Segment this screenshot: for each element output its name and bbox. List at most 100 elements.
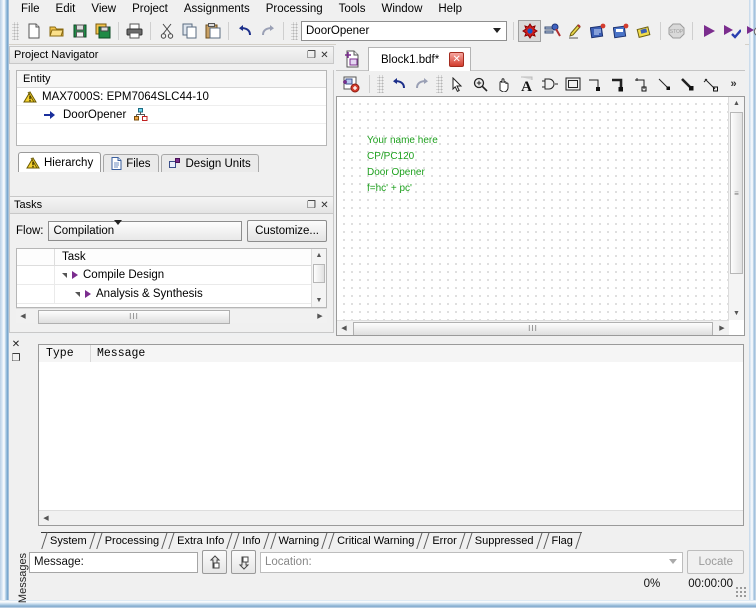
- save-all-icon[interactable]: [91, 20, 114, 42]
- message-tab-system[interactable]: System: [41, 532, 96, 548]
- tab-design-units[interactable]: Design Units: [160, 154, 259, 172]
- message-field[interactable]: Message:: [29, 551, 198, 573]
- insert-symbol-icon[interactable]: [336, 75, 365, 93]
- location-field[interactable]: Location:: [260, 551, 684, 573]
- orthogonal-conduit-tool-icon[interactable]: [630, 73, 653, 95]
- scroll-right-arrow-icon[interactable]: ▶: [313, 312, 327, 320]
- timing-icon[interactable]: [743, 20, 756, 42]
- start-compilation-icon[interactable]: [697, 20, 720, 42]
- messages-grid[interactable]: Type Message ◀: [38, 344, 744, 526]
- print-icon[interactable]: [123, 20, 146, 42]
- canvas-text-line[interactable]: f=hc' + pc': [367, 183, 412, 194]
- resize-grip-icon[interactable]: [735, 586, 747, 598]
- canvas-grid[interactable]: Your name here CP/PC120 Door Opener f=hc…: [337, 97, 729, 320]
- toolbar-grip-2[interactable]: [291, 22, 298, 40]
- scroll-down-arrow-icon[interactable]: ▼: [729, 307, 744, 320]
- hscroll-track[interactable]: III: [30, 309, 313, 324]
- hscroll-track[interactable]: [53, 512, 743, 525]
- close-icon[interactable]: ✕: [12, 339, 20, 350]
- start-analysis-icon[interactable]: [720, 20, 743, 42]
- find-next-icon[interactable]: [231, 550, 256, 574]
- messages-horizontal-scrollbar[interactable]: ◀: [39, 510, 743, 525]
- canvas-text-line[interactable]: Door Opener: [367, 167, 425, 178]
- chevron-down-icon[interactable]: [114, 220, 123, 237]
- orthogonal-bus-tool-icon[interactable]: [607, 73, 630, 95]
- diagonal-node-tool-icon[interactable]: [653, 73, 676, 95]
- redo-icon[interactable]: [256, 20, 279, 42]
- canvas-vertical-scrollbar[interactable]: ▲ ≡ ▼: [728, 97, 744, 320]
- canvas-text-line[interactable]: CP/PC120: [367, 151, 414, 162]
- programmer-icon[interactable]: [633, 20, 656, 42]
- block-tool-icon[interactable]: [561, 73, 584, 95]
- document-tab-block1[interactable]: Block1.bdf* ✕: [368, 47, 472, 71]
- hand-tool-icon[interactable]: [492, 73, 515, 95]
- menu-help[interactable]: Help: [430, 0, 470, 18]
- find-previous-icon[interactable]: [202, 550, 227, 574]
- message-tab-processing[interactable]: Processing: [95, 532, 169, 548]
- redo-icon[interactable]: [410, 73, 433, 95]
- editor-toolbar-grip[interactable]: [377, 75, 384, 93]
- diagonal-bus-tool-icon[interactable]: [676, 73, 699, 95]
- scrollbar-thumb[interactable]: ≡: [730, 112, 743, 274]
- entity-row-device[interactable]: MAX7000S: EPM7064SLC44-10: [17, 88, 326, 106]
- chevron-down-icon[interactable]: [489, 22, 505, 38]
- open-icon[interactable]: [45, 20, 68, 42]
- menu-window[interactable]: Window: [373, 0, 430, 18]
- entity-row-dooropener[interactable]: DoorOpener: [17, 106, 326, 124]
- canvas-text-line[interactable]: Your name here: [367, 135, 438, 146]
- messages-rows[interactable]: [39, 362, 743, 510]
- close-icon[interactable]: ✕: [449, 52, 465, 67]
- restore-icon[interactable]: ❐: [305, 49, 318, 62]
- tab-files[interactable]: Files: [103, 154, 159, 172]
- new-block-diagram-icon[interactable]: [336, 47, 368, 70]
- menu-file[interactable]: File: [13, 0, 48, 18]
- copy-icon[interactable]: [178, 20, 201, 42]
- customize-button[interactable]: Customize...: [247, 220, 327, 242]
- message-tab-error[interactable]: Error: [423, 532, 466, 548]
- diagonal-conduit-tool-icon[interactable]: [699, 73, 722, 95]
- expand-arrow-icon[interactable]: [62, 272, 67, 278]
- message-tab-extra-info[interactable]: Extra Info: [168, 532, 234, 548]
- menu-assignments[interactable]: Assignments: [176, 0, 258, 18]
- menu-project[interactable]: Project: [124, 0, 176, 18]
- task-row[interactable]: Analysis & Synthesis: [17, 285, 326, 304]
- zoom-tool-icon[interactable]: [469, 73, 492, 95]
- flow-combo[interactable]: Compilation: [48, 220, 243, 241]
- editor-toolbar-overflow-button[interactable]: »: [722, 73, 745, 95]
- task-horizontal-scrollbar[interactable]: ◀ III ▶: [16, 308, 327, 324]
- menu-processing[interactable]: Processing: [258, 0, 331, 18]
- scroll-down-arrow-icon[interactable]: ▼: [312, 294, 326, 307]
- scroll-up-arrow-icon[interactable]: ▲: [312, 249, 326, 262]
- scroll-left-arrow-icon[interactable]: ◀: [16, 312, 30, 320]
- scroll-left-arrow-icon[interactable]: ◀: [39, 514, 53, 522]
- menu-view[interactable]: View: [83, 0, 124, 18]
- menu-edit[interactable]: Edit: [48, 0, 84, 18]
- save-icon[interactable]: [68, 20, 91, 42]
- cut-icon[interactable]: [155, 20, 178, 42]
- message-tab-critical-warning[interactable]: Critical Warning: [328, 532, 424, 548]
- tab-hierarchy[interactable]: Hierarchy: [18, 152, 102, 172]
- message-tab-warning[interactable]: Warning: [269, 532, 329, 548]
- symbol-tool-icon[interactable]: [538, 73, 561, 95]
- undo-icon[interactable]: [233, 20, 256, 42]
- message-tab-flag[interactable]: Flag: [542, 532, 582, 548]
- selection-tool-icon[interactable]: [446, 73, 469, 95]
- task-list[interactable]: Task Compile Design Analysis & Synthesis…: [16, 248, 327, 308]
- entity-combo[interactable]: DoorOpener: [301, 21, 507, 41]
- task-vertical-scrollbar[interactable]: ▲ ▼: [311, 249, 326, 307]
- close-icon[interactable]: ✕: [318, 199, 331, 212]
- restore-icon[interactable]: ❐: [305, 199, 318, 212]
- schematic-canvas[interactable]: Your name here CP/PC120 Door Opener f=hc…: [336, 96, 745, 336]
- text-tool-icon[interactable]: A: [515, 73, 538, 95]
- settings-icon[interactable]: [541, 20, 564, 42]
- scroll-left-arrow-icon[interactable]: ◀: [337, 324, 351, 332]
- timing-analyzer-icon[interactable]: [610, 20, 633, 42]
- expand-arrow-icon[interactable]: [75, 291, 80, 297]
- run-task-icon[interactable]: [72, 271, 78, 279]
- task-row[interactable]: Compile Design: [17, 266, 326, 285]
- new-icon[interactable]: [22, 20, 45, 42]
- assignment-editor-icon[interactable]: [564, 20, 587, 42]
- run-task-icon[interactable]: [85, 290, 91, 298]
- entity-tree[interactable]: Entity MAX7000S: EPM7064SLC44-10 DoorOpe…: [16, 70, 327, 146]
- canvas-horizontal-scrollbar[interactable]: ◀ III ▶: [337, 320, 729, 335]
